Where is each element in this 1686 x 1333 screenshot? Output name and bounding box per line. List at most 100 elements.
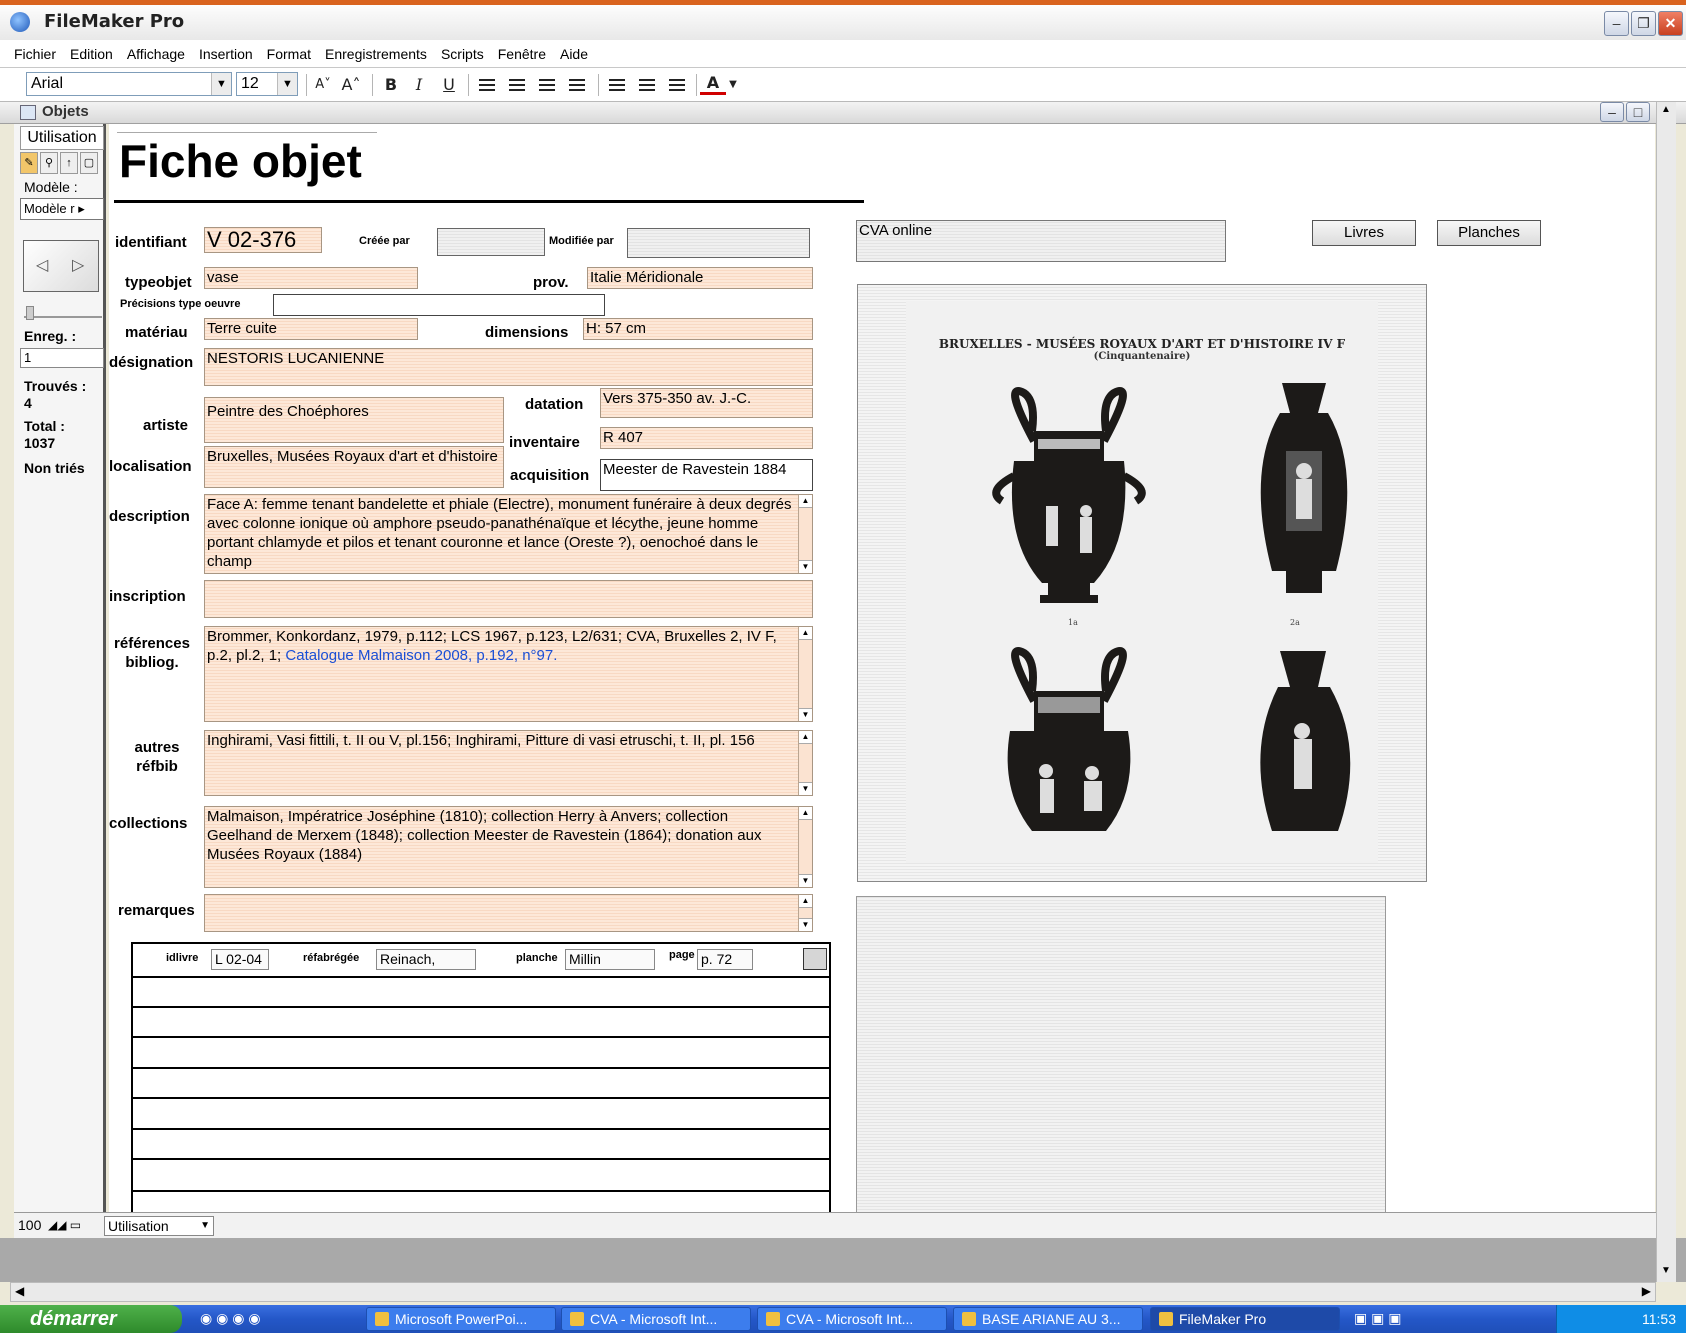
description-scrollbar[interactable] xyxy=(798,495,812,573)
line-spacing-custom-button[interactable] xyxy=(664,73,690,97)
remarques-field[interactable] xyxy=(204,894,813,932)
menu-aide[interactable]: Aide xyxy=(553,40,595,68)
increase-font-button[interactable]: A˄ xyxy=(338,73,364,97)
references-link[interactable]: Catalogue Malmaison 2008, p.192, n°97. xyxy=(285,647,557,664)
localisation-field[interactable]: Bruxelles, Musées Royaux d'art et d'hist… xyxy=(204,446,504,488)
text-color-button[interactable]: A xyxy=(700,73,726,95)
inventaire-field[interactable]: R 407 xyxy=(600,427,813,449)
portal-delete-button[interactable] xyxy=(803,948,827,970)
line-spacing-single-button[interactable] xyxy=(604,73,630,97)
layout-select[interactable]: Modèle r ▸ xyxy=(20,198,104,220)
remarques-label: remarques xyxy=(118,902,195,919)
menu-enregistrements[interactable]: Enregistrements xyxy=(318,40,434,68)
office-quick-icons[interactable]: ▣ ▣ ▣ xyxy=(1354,1310,1401,1327)
livres-button[interactable]: Livres xyxy=(1312,220,1416,246)
zoom-level[interactable]: 100 xyxy=(18,1217,41,1233)
previous-record-icon[interactable]: ◁ xyxy=(36,255,48,275)
record-number-input[interactable]: 1 xyxy=(20,348,104,368)
bold-button[interactable]: B xyxy=(378,73,404,97)
task-base-ariane[interactable]: BASE ARIANE AU 3... xyxy=(953,1307,1143,1331)
next-record-icon[interactable]: ▷ xyxy=(72,255,84,275)
italic-button[interactable]: I xyxy=(406,73,432,97)
scroll-down-icon[interactable]: ▼ xyxy=(1661,1265,1671,1276)
record-slider[interactable] xyxy=(24,306,102,320)
align-left-button[interactable] xyxy=(474,73,500,97)
find-mode-icon[interactable]: ⚲ xyxy=(40,152,58,174)
dimensions-field[interactable]: H: 57 cm xyxy=(583,318,813,340)
cva-online-field[interactable]: CVA online xyxy=(856,220,1226,262)
scroll-right-icon[interactable]: ▶ xyxy=(1642,1284,1651,1298)
prov-field[interactable]: Italie Méridionale xyxy=(587,267,813,289)
portal-idlivre-label: idlivre xyxy=(166,952,199,964)
inner-minimize-button[interactable]: – xyxy=(1600,102,1624,122)
designation-field[interactable]: NESTORIS LUCANIENNE xyxy=(204,348,813,386)
precisions-field[interactable] xyxy=(273,294,605,316)
start-button[interactable]: démarrer xyxy=(0,1305,182,1333)
autres-refbib-field[interactable]: Inghirami, Vasi fittili, t. II ou V, pl.… xyxy=(204,730,813,796)
inner-window-title: Objets xyxy=(42,103,89,120)
collections-field[interactable]: Malmaison, Impératrice Joséphine (1810);… xyxy=(204,806,813,888)
typeobjet-field[interactable]: vase xyxy=(204,267,418,289)
maximize-button[interactable]: ❐ xyxy=(1631,11,1656,36)
references-field[interactable]: Brommer, Konkordanz, 1979, p.112; LCS 19… xyxy=(204,626,813,722)
decrease-font-button[interactable]: A˅ xyxy=(310,73,336,97)
references-scrollbar[interactable] xyxy=(798,627,812,721)
line-spacing-double-button[interactable] xyxy=(634,73,660,97)
close-button[interactable]: ✕ xyxy=(1658,11,1683,36)
scroll-up-icon[interactable]: ▲ xyxy=(1661,104,1671,115)
menu-insertion[interactable]: Insertion xyxy=(192,40,260,68)
align-right-button[interactable] xyxy=(534,73,560,97)
task-filemaker[interactable]: FileMaker Pro xyxy=(1150,1307,1340,1331)
align-justify-button[interactable] xyxy=(564,73,590,97)
portal-idlivre-field[interactable]: L 02-04 xyxy=(211,949,269,970)
horizontal-scrollbar[interactable]: ◀ ▶ xyxy=(10,1282,1656,1302)
underline-button[interactable]: U xyxy=(436,73,462,97)
quick-launch-icons[interactable]: ◉ ◉ ◉ ◉ xyxy=(200,1310,261,1327)
zoom-icons[interactable]: ◢◢ ▭ xyxy=(48,1218,81,1232)
creee-par-field[interactable] xyxy=(437,228,545,256)
inscription-field[interactable] xyxy=(204,580,813,618)
menu-affichage[interactable]: Affichage xyxy=(120,40,192,68)
remarques-scrollbar[interactable] xyxy=(798,895,812,931)
portal-page-field[interactable]: p. 72 xyxy=(697,949,753,970)
task-cva-1[interactable]: CVA - Microsoft Int... xyxy=(561,1307,751,1331)
status-area: Utilisation ✎ ⚲ ↑ ▢ Modèle : Modèle r ▸ ◁ ▷… xyxy=(14,124,106,1212)
menu-scripts[interactable]: Scripts xyxy=(434,40,491,68)
font-select[interactable]: Arial ▼ xyxy=(26,72,232,96)
vertical-scrollbar[interactable]: ▲ ▼ xyxy=(1656,102,1676,1282)
layout-mode-icon[interactable]: ↑ xyxy=(60,152,78,174)
found-label: Trouvés : xyxy=(24,378,87,394)
materiau-field[interactable]: Terre cuite xyxy=(204,318,418,340)
layout-area: Fiche objet identifiant V 02-376 Créée p… xyxy=(109,124,1655,1212)
chevron-down-icon[interactable]: ▼ xyxy=(726,73,740,97)
autres-refbib-scrollbar[interactable] xyxy=(798,731,812,795)
menu-fenetre[interactable]: Fenêtre xyxy=(491,40,553,68)
menu-format[interactable]: Format xyxy=(260,40,318,68)
inner-maximize-button[interactable]: □ xyxy=(1626,102,1650,122)
identifiant-field[interactable]: V 02-376 xyxy=(204,227,322,253)
acquisition-field[interactable]: Meester de Ravestein 1884 xyxy=(600,459,813,491)
minimize-button[interactable]: – xyxy=(1604,11,1629,36)
preview-mode-icon[interactable]: ▢ xyxy=(80,152,98,174)
align-center-button[interactable] xyxy=(504,73,530,97)
modifiee-par-field[interactable] xyxy=(627,228,810,258)
scroll-left-icon[interactable]: ◀ xyxy=(15,1284,24,1298)
portal-refabregee-field[interactable]: Reinach, xyxy=(376,949,476,970)
planches-button[interactable]: Planches xyxy=(1437,220,1541,246)
menu-edition[interactable]: Edition xyxy=(63,40,120,68)
description-field[interactable]: Face A: femme tenant bandelette et phial… xyxy=(204,494,813,574)
task-cva-2[interactable]: CVA - Microsoft Int... xyxy=(757,1307,947,1331)
datation-field[interactable]: Vers 375-350 av. J.-C. xyxy=(600,388,813,418)
task-powerpoint[interactable]: Microsoft PowerPoi... xyxy=(366,1307,556,1331)
window-title: FileMaker Pro xyxy=(44,11,185,32)
browse-mode-icon[interactable]: ✎ xyxy=(20,152,38,174)
font-size-select[interactable]: 12 ▼ xyxy=(236,72,298,96)
system-tray: 11:53 xyxy=(1556,1305,1686,1333)
portal-planche-field[interactable]: Millin xyxy=(565,949,655,970)
menu-fichier[interactable]: Fichier xyxy=(0,40,63,68)
portal-row-line xyxy=(133,1097,829,1099)
mode-select[interactable]: Utilisation ▼ xyxy=(104,1216,214,1236)
artiste-field[interactable]: Peintre des Choéphores xyxy=(204,397,504,443)
collections-scrollbar[interactable] xyxy=(798,807,812,887)
record-book-icon[interactable]: ◁ ▷ xyxy=(23,240,99,292)
